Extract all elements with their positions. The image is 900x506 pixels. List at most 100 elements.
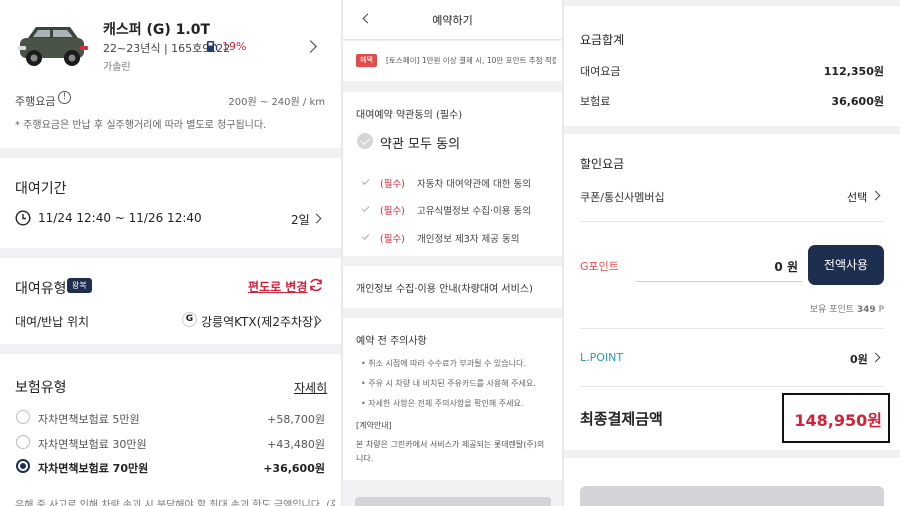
terms-title: 대여예약 약관동의 (필수) bbox=[356, 110, 463, 121]
lpoint-label: L.POINT bbox=[580, 351, 624, 364]
gpoint-label: G포인트 bbox=[580, 260, 619, 273]
terms-item-label: 자동차 대여약관에 대한 동의 bbox=[417, 179, 531, 190]
contract-line: 본 차량은 그린카에서 서비스가 제공되는 롯데렌탈(주)의 bbox=[356, 440, 545, 449]
insurance-fee-label: 보험료 bbox=[580, 95, 611, 108]
rental-period-card: 대여기간 11/24 12:40 ~ 11/26 12:40 2일 bbox=[0, 158, 341, 248]
rental-type-card: 대여유형 왕복 편도로 변경 대여/반납 위치 G 강릉역KTX(제2주차장) bbox=[0, 258, 341, 344]
terms-item[interactable]: (필수) 개인정보 제3자 제공 동의 bbox=[343, 230, 562, 246]
rental-fee-value: 112,350원 bbox=[823, 65, 884, 78]
points-held-value: 349 bbox=[856, 305, 876, 315]
insurance-details-link[interactable]: 자세히 bbox=[294, 379, 327, 396]
fuel-pump-icon bbox=[207, 41, 218, 52]
mileage-note: * 주행요금은 반납 후 실주행거리에 따라 별도로 청구됩니다. bbox=[15, 120, 267, 131]
precaution-text: 주유 시 차량 내 비치된 주유카드를 사용해 주세요. bbox=[368, 379, 536, 388]
header-bar: 예약하기 bbox=[343, 0, 562, 40]
precaution-text: 취소 시점에 따라 수수료가 부과될 수 있습니다. bbox=[368, 359, 526, 368]
promo-text: [토스페이] 1만원 이상 결제 시, 10만 포인트 추첨 적립 bbox=[386, 56, 556, 65]
right-panel: 요금합계 대여요금 112,350원 보험료 36,600원 할인요금 쿠폰/통… bbox=[564, 0, 900, 506]
discount-card: 할인요금 쿠폰/통신사멤버십 선택 G포인트 0 원 전액사용 보유 포인트 3… bbox=[564, 134, 900, 450]
car-image-icon bbox=[18, 27, 88, 66]
contract-tag: [계약안내] bbox=[356, 421, 392, 430]
greencar-logo-icon: G bbox=[182, 312, 197, 327]
privacy-notice-row[interactable]: 개인정보 수집·이용 안내(차량대여 서비스) bbox=[343, 266, 562, 308]
insurance-card: 보험유형 자세히 자차면책보험료 5만원 +58,700원 자차면책보험료 30… bbox=[0, 354, 341, 506]
round-trip-badge: 왕복 bbox=[67, 278, 92, 293]
precaution-item: • 주유 시 차량 내 비치된 주유카드를 사용해 주세요. bbox=[361, 379, 536, 388]
radio-button[interactable] bbox=[16, 435, 30, 449]
radio-button[interactable] bbox=[16, 410, 30, 424]
car-name: 캐스퍼 (G) 1.0T bbox=[103, 22, 211, 38]
insurance-option-selected[interactable]: 자차면책보험료 70만원 +36,600원 bbox=[0, 457, 341, 477]
rental-fee-label: 대여요금 bbox=[580, 65, 621, 78]
change-to-oneway-link[interactable]: 편도로 변경 bbox=[248, 278, 307, 295]
check-icon bbox=[360, 135, 370, 145]
lpoint-chevron-icon[interactable] bbox=[870, 352, 881, 363]
required-tag: (필수) bbox=[380, 179, 405, 190]
coupon-row[interactable]: 쿠폰/통신사멤버십 선택 bbox=[564, 185, 900, 207]
pay-area bbox=[564, 458, 900, 506]
terms-item[interactable]: (필수) 자동차 대여약관에 대한 동의 bbox=[343, 175, 562, 191]
privacy-title: 개인정보 수집·이용 안내(차량대여 서비스) bbox=[356, 284, 533, 295]
contract-line: 니다. bbox=[356, 454, 374, 463]
terms-item[interactable]: (필수) 고유식별정보 수집·이용 동의 bbox=[343, 202, 562, 218]
final-amount-value: 148,950원 bbox=[794, 411, 882, 430]
pickup-return-label: 대여/반납 위치 bbox=[15, 315, 90, 329]
insurance-option-label: 자차면책보험료 30만원 bbox=[38, 438, 147, 451]
promo-banner[interactable]: 혜택 [토스페이] 1만원 이상 결제 시, 10만 포인트 추첨 적립 bbox=[343, 41, 562, 81]
rental-period-title: 대여기간 bbox=[15, 181, 67, 197]
agree-all-checkbox[interactable] bbox=[357, 133, 373, 149]
terms-item-label: 개인정보 제3자 제공 동의 bbox=[417, 234, 520, 245]
coupon-label: 쿠폰/통신사멤버십 bbox=[580, 191, 665, 204]
vehicle-detail-chevron-icon[interactable] bbox=[304, 40, 317, 53]
discount-title: 할인요금 bbox=[580, 157, 625, 171]
page-title: 예약하기 bbox=[432, 14, 473, 27]
divider bbox=[580, 221, 884, 222]
check-icon[interactable] bbox=[361, 177, 370, 185]
refresh-icon[interactable] bbox=[308, 277, 324, 293]
insurance-option-price: +58,700원 bbox=[267, 413, 325, 426]
fuel-type: 가솔린 bbox=[103, 62, 131, 73]
precaution-text: 자세한 사항은 전체 주의사항을 확인해 주세요. bbox=[368, 399, 524, 408]
use-all-points-button[interactable]: 전액사용 bbox=[808, 245, 884, 285]
rental-type-title: 대여유형 bbox=[15, 281, 67, 297]
bottom-action-area bbox=[343, 490, 562, 506]
lpoint-value: 0원 bbox=[850, 353, 868, 366]
mileage-range: 200원 ~ 240원 / km bbox=[228, 97, 325, 108]
pickup-location[interactable]: 강릉역KTX(제2주차장) bbox=[201, 313, 318, 330]
points-unit: P bbox=[878, 305, 884, 315]
points-held-label: 보유 포인트 bbox=[809, 305, 855, 315]
lpoint-row[interactable]: L.POINT 0원 bbox=[564, 347, 900, 369]
period-chevron-icon[interactable] bbox=[311, 213, 322, 224]
precaution-item: • 자세한 사항은 전체 주의사항을 확인해 주세요. bbox=[361, 399, 524, 408]
rental-days[interactable]: 2일 bbox=[291, 211, 310, 228]
insurance-option[interactable]: 자차면책보험료 5만원 +58,700원 bbox=[0, 408, 341, 428]
precautions-card: 예약 전 주의사항 • 취소 시점에 따라 수수료가 부과될 수 있습니다. •… bbox=[343, 318, 562, 480]
precautions-title: 예약 전 주의사항 bbox=[356, 336, 427, 347]
vehicle-card: 캐스퍼 (G) 1.0T 22~23년식 | 165호9122 19% 가솔린 … bbox=[0, 0, 341, 148]
check-icon[interactable] bbox=[361, 204, 370, 212]
final-amount-box: 148,950원 bbox=[782, 393, 890, 443]
insurance-option-price: +36,600원 bbox=[263, 462, 325, 475]
middle-panel: 예약하기 혜택 [토스페이] 1만원 이상 결제 시, 10만 포인트 추첨 적… bbox=[343, 0, 562, 506]
coupon-select[interactable]: 선택 bbox=[847, 189, 867, 205]
reserve-button[interactable] bbox=[355, 497, 551, 506]
required-tag: (필수) bbox=[380, 206, 405, 217]
precaution-item: • 취소 시점에 따라 수수료가 부과될 수 있습니다. bbox=[361, 359, 526, 368]
points-held: 보유 포인트 349 P bbox=[810, 302, 884, 315]
gpoint-value: 0 원 bbox=[774, 260, 798, 274]
rental-period-dates[interactable]: 11/24 12:40 ~ 11/26 12:40 bbox=[38, 211, 202, 225]
insurance-option[interactable]: 자차면책보험료 30만원 +43,480원 bbox=[0, 433, 341, 453]
check-icon[interactable] bbox=[361, 232, 370, 240]
pay-button[interactable] bbox=[580, 486, 884, 506]
fee-total-title: 요금합계 bbox=[580, 33, 625, 47]
radio-button-selected[interactable] bbox=[16, 459, 30, 473]
divider bbox=[580, 328, 884, 329]
insurance-title: 보험유형 bbox=[15, 380, 67, 396]
info-icon[interactable]: ! bbox=[58, 91, 71, 104]
terms-card: 대여예약 약관동의 (필수) 약관 모두 동의 (필수) 자동차 대여약관에 대… bbox=[343, 92, 562, 256]
required-tag: (필수) bbox=[380, 234, 405, 245]
agree-all-label[interactable]: 약관 모두 동의 bbox=[380, 133, 460, 152]
coupon-chevron-icon[interactable] bbox=[870, 190, 881, 201]
gpoint-input[interactable]: 0 원 bbox=[636, 248, 802, 282]
promo-badge: 혜택 bbox=[356, 54, 377, 67]
